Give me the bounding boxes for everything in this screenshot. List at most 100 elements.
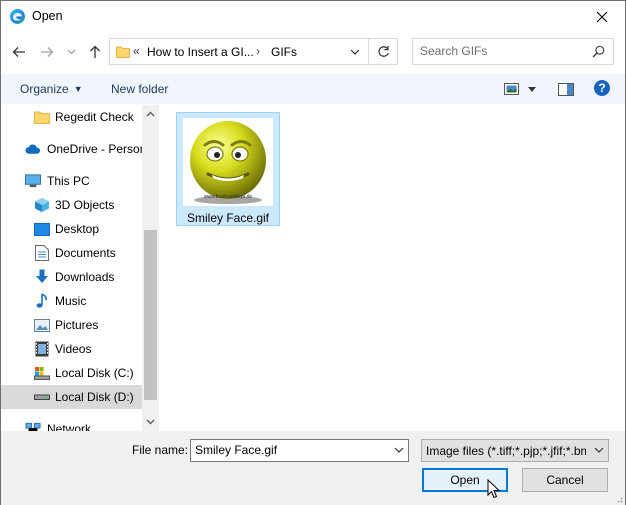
nav-item-label: Regedit Check <box>55 110 134 124</box>
nav-item-label: Videos <box>55 342 92 356</box>
refresh-button[interactable] <box>369 38 398 65</box>
caret-down-icon <box>528 86 536 92</box>
nav-item-desktop[interactable]: Desktop <box>1 217 142 241</box>
onedrive-cloud-icon <box>25 141 41 157</box>
cancel-button[interactable]: Cancel <box>522 468 608 492</box>
navigation-scrollbar[interactable] <box>142 105 159 431</box>
nav-item-videos[interactable]: Videos <box>1 337 142 361</box>
nav-item-label: This PC <box>47 174 90 188</box>
nav-item-this-pc[interactable]: This PC <box>1 169 142 193</box>
drive-c-icon <box>34 365 50 381</box>
refresh-icon <box>377 46 389 57</box>
nav-item-3d-objects[interactable]: 3D Objects <box>1 193 142 217</box>
navigation-pane[interactable]: Regedit Check OneDrive - Personal This P… <box>1 105 159 431</box>
window-title: Open <box>32 9 63 23</box>
search-icon[interactable] <box>592 45 605 61</box>
scroll-thumb[interactable] <box>144 230 157 400</box>
nav-item-label: Desktop <box>55 222 100 236</box>
chevron-down-icon <box>593 444 605 459</box>
file-name-input[interactable] <box>195 443 385 457</box>
nav-item-label: Local Disk (C:) <box>55 366 134 380</box>
file-type-select[interactable]: Image files (*.tiff;*.pjp;*.jfif;*.bmp;*… <box>421 439 609 462</box>
file-list[interactable]: www.fresh-smileys.de Smiley Face.gif <box>159 105 625 431</box>
nav-item-network[interactable]: Network <box>1 417 142 431</box>
chevron-down-icon <box>146 419 155 424</box>
nav-item-label: Network <box>47 422 92 431</box>
more-views-button[interactable] <box>528 81 536 97</box>
drive-d-icon <box>34 389 50 405</box>
nav-item-music[interactable]: Music <box>1 289 142 313</box>
nav-item-label: Pictures <box>55 318 99 332</box>
folder-icon <box>34 109 50 125</box>
chevron-down-icon <box>394 447 404 453</box>
chevron-down-icon <box>67 49 75 55</box>
nav-item-label: Local Disk (D:) <box>55 390 134 404</box>
downloads-icon <box>34 269 50 285</box>
open-file-dialog: Open « How to Insert a GI... › GIFs Sear… <box>0 0 626 505</box>
network-icon <box>25 421 41 431</box>
nav-item-documents[interactable]: Documents <box>1 241 142 265</box>
nav-item-label: Documents <box>55 246 116 260</box>
close-icon <box>596 11 608 22</box>
desktop-icon <box>34 221 50 237</box>
overflow-chevron-icon[interactable]: « <box>133 44 140 58</box>
change-view-button[interactable] <box>504 81 519 97</box>
nav-item-label: Music <box>55 294 87 308</box>
command-bar: Organize ▼ New folder <box>1 74 625 104</box>
nav-item-local-disk-d[interactable]: Local Disk (D:) <box>1 385 142 409</box>
organize-label: Organize <box>20 82 69 96</box>
title-bar: Open <box>1 1 625 32</box>
edge-browser-icon <box>9 8 26 25</box>
new-folder-button[interactable]: New folder <box>111 82 168 96</box>
up-button[interactable] <box>85 41 105 63</box>
nav-item-label: OneDrive - Personal <box>47 142 156 156</box>
pictures-icon <box>34 317 50 333</box>
resize-grip-icon[interactable] <box>613 493 623 503</box>
search-box[interactable] <box>412 38 614 65</box>
3d-objects-icon <box>34 197 50 213</box>
scroll-up-button[interactable] <box>142 105 159 122</box>
nav-item-onedrive[interactable]: OneDrive - Personal <box>1 137 156 161</box>
nav-item-label: Downloads <box>55 270 115 284</box>
breadcrumb-current[interactable]: GIFs <box>271 45 297 59</box>
videos-icon <box>34 341 50 357</box>
file-type-value: Image files (*.tiff;*.pjp;*.jfif;*.bmp;*… <box>426 444 586 458</box>
mouse-cursor-icon <box>487 479 501 499</box>
search-input[interactable] <box>420 44 588 58</box>
nav-item-pictures[interactable]: Pictures <box>1 313 142 337</box>
chevron-up-icon <box>146 111 155 116</box>
chevron-down-icon <box>350 49 360 55</box>
file-name-label: File name: <box>132 443 189 457</box>
nav-item-downloads[interactable]: Downloads <box>1 265 142 289</box>
this-pc-icon <box>25 173 41 189</box>
address-history-button[interactable] <box>345 43 365 61</box>
music-icon <box>34 293 50 309</box>
file-item[interactable]: www.fresh-smileys.de Smiley Face.gif <box>176 112 280 226</box>
thumbnail-watermark: www.fresh-smileys.de <box>204 194 253 200</box>
nav-item-local-disk-c[interactable]: Local Disk (C:) <box>1 361 142 385</box>
preview-pane-icon <box>558 82 574 96</box>
breadcrumb-parent[interactable]: How to Insert a GI... <box>147 45 254 59</box>
caret-down-icon: ▼ <box>73 84 83 94</box>
arrow-left-icon <box>12 47 25 57</box>
breadcrumb-separator-icon[interactable]: › <box>256 44 260 58</box>
file-name-dropdown-button[interactable] <box>392 443 406 460</box>
file-name: Smiley Face.gif <box>186 211 270 225</box>
arrow-up-icon <box>90 45 100 58</box>
view-options-icon <box>504 83 519 95</box>
arrow-right-icon <box>41 47 54 57</box>
close-button[interactable] <box>579 1 625 32</box>
scroll-down-button[interactable] <box>142 413 159 430</box>
address-bar[interactable]: « How to Insert a GI... › GIFs <box>109 38 369 65</box>
nav-item-label: 3D Objects <box>55 198 115 212</box>
preview-pane-button[interactable] <box>558 81 574 97</box>
dialog-footer: File name: Image files (*.tiff;*.pjp;*.j… <box>1 431 625 505</box>
file-name-combobox[interactable] <box>190 439 409 462</box>
organize-menu[interactable]: Organize ▼ <box>20 82 83 96</box>
forward-button[interactable] <box>37 41 57 63</box>
nav-item-regedit-check[interactable]: Regedit Check <box>1 105 142 129</box>
help-icon[interactable]: ? <box>594 80 610 96</box>
documents-icon <box>34 245 50 261</box>
recent-locations-button[interactable] <box>63 41 79 63</box>
back-button[interactable] <box>9 41 29 63</box>
